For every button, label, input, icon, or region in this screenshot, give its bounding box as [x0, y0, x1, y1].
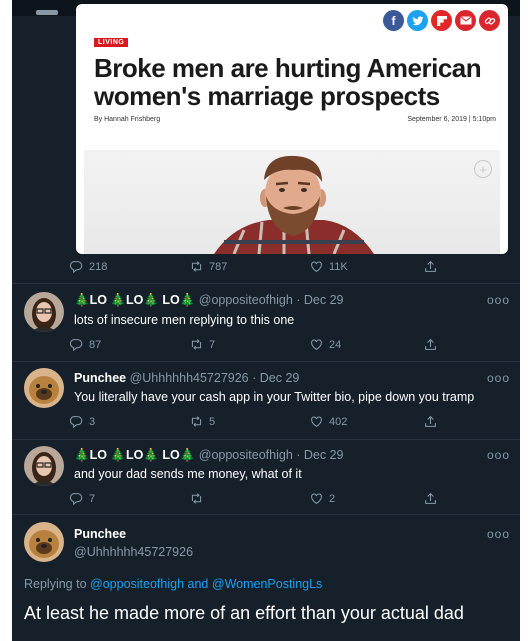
reply-count: 3	[89, 415, 96, 428]
divider	[12, 361, 520, 362]
like-count: 2	[329, 492, 336, 505]
reply-button[interactable]: 3	[70, 415, 95, 428]
like-button[interactable]: 11K	[310, 260, 348, 273]
tweet-actions: 3 5 402	[70, 415, 460, 433]
handle[interactable]: @oppositeofhigh	[199, 448, 293, 462]
reply-button[interactable]: 87	[70, 338, 101, 351]
reply-mention-link[interactable]: @oppositeofhigh	[90, 577, 184, 591]
facebook-icon[interactable]: f	[383, 10, 404, 31]
like-count: 24	[329, 338, 342, 351]
retweet-count: 787	[209, 260, 228, 273]
timestamp[interactable]: · Dec 29	[252, 371, 299, 385]
like-button[interactable]: 2	[310, 492, 335, 505]
replying-to-line: Replying to @oppositeofhigh and @WomenPo…	[24, 577, 322, 591]
avatar[interactable]	[24, 522, 64, 562]
heart-icon	[311, 339, 322, 350]
retweet-button[interactable]: 7	[190, 338, 215, 351]
tweet-header: Punchee	[74, 527, 126, 541]
reply-button[interactable]: 218	[70, 260, 107, 273]
reply-mention-link[interactable]: @WomenPostingLs	[212, 577, 322, 591]
heart-icon	[311, 261, 322, 272]
heart-icon	[311, 493, 322, 504]
more-options-icon[interactable]: ooo	[487, 371, 510, 385]
handle[interactable]: @Uhhhhhh45727926	[130, 371, 249, 385]
like-button[interactable]: 24	[310, 338, 341, 351]
retweet-count: 5	[209, 415, 216, 428]
section-tag[interactable]: LIVING	[94, 38, 129, 47]
handle[interactable]: @oppositeofhigh	[199, 293, 293, 307]
tweet-header: 🎄LO 🎄LO🎄 LO🎄 @oppositeofhigh · Dec 29	[74, 448, 344, 463]
retweet-icon	[191, 416, 202, 427]
notch-indicator	[36, 10, 58, 15]
more-options-icon[interactable]: ooo	[487, 448, 510, 462]
replying-prefix: Replying to	[24, 577, 87, 591]
email-icon[interactable]	[455, 10, 476, 31]
retweet-icon	[191, 493, 202, 504]
flipboard-icon[interactable]	[431, 10, 452, 31]
display-name[interactable]: Punchee	[74, 527, 126, 541]
like-count: 11K	[329, 260, 348, 273]
display-name[interactable]: Punchee	[74, 371, 126, 385]
more-options-icon[interactable]: ooo	[487, 293, 510, 307]
share-icon	[425, 492, 436, 504]
share-icon	[425, 338, 436, 350]
share-button[interactable]	[424, 260, 437, 273]
timestamp[interactable]: · Dec 29	[296, 293, 343, 307]
divider	[12, 283, 520, 284]
tweet-header: 🎄LO 🎄LO🎄 LO🎄 @oppositeofhigh · Dec 29	[74, 293, 344, 308]
retweet-button[interactable]: 5	[190, 415, 215, 428]
retweet-icon	[191, 339, 202, 350]
retweet-icon	[191, 261, 202, 272]
article-byline: By Hannah Frishberg	[94, 116, 161, 123]
reply-and-text: and	[187, 577, 209, 591]
divider	[12, 514, 520, 515]
reply-icon	[70, 339, 83, 351]
tweet-text: and your dad sends me money, what of it	[74, 467, 302, 481]
share-icons: f	[383, 10, 500, 31]
share-button[interactable]	[424, 492, 437, 505]
article-card[interactable]: f LIVING Broke men are hurting American …	[76, 4, 508, 254]
focused-tweet-text: At least he made more of an effort than …	[24, 603, 464, 623]
twitter-thread-screen: f LIVING Broke men are hurting American …	[12, 0, 520, 641]
reply-icon	[70, 493, 83, 505]
heart-icon	[311, 416, 322, 427]
reply-button[interactable]: 7	[70, 492, 95, 505]
share-button[interactable]	[424, 415, 437, 428]
display-name[interactable]: 🎄LO 🎄LO🎄 LO🎄	[74, 448, 195, 462]
retweet-button[interactable]: 787	[190, 260, 227, 273]
like-button[interactable]: 402	[310, 415, 347, 428]
reply-icon	[70, 416, 83, 428]
avatar[interactable]	[24, 368, 64, 408]
reply-count: 87	[89, 338, 102, 351]
twitter-icon[interactable]	[407, 10, 428, 31]
reply-count: 7	[89, 492, 96, 505]
share-icon	[425, 260, 436, 272]
article-photo: +	[84, 150, 500, 254]
avatar[interactable]	[24, 446, 64, 486]
share-button[interactable]	[424, 338, 437, 351]
timestamp[interactable]: · Dec 29	[296, 448, 343, 462]
reply-icon	[70, 261, 83, 273]
article-date: September 6, 2019 | 5:10pm	[407, 116, 496, 123]
reply-count: 218	[89, 260, 108, 273]
tweet-actions: 87 7 24	[70, 338, 460, 356]
tweet-text: lots of insecure men replying to this on…	[74, 313, 295, 327]
main-tweet-actions: 218 787 11K	[70, 260, 460, 278]
more-options-icon[interactable]: ooo	[487, 527, 510, 541]
tweet-actions: 7 2	[70, 492, 460, 510]
article-headline: Broke men are hurting American women's m…	[94, 53, 482, 111]
like-count: 402	[329, 415, 348, 428]
tweet-header: Punchee @Uhhhhhh45727926 · Dec 29	[74, 371, 299, 385]
share-icon	[425, 415, 436, 427]
tweet-text: You literally have your cash app in your…	[74, 390, 475, 404]
retweet-button[interactable]	[190, 492, 209, 505]
handle[interactable]: @Uhhhhhh45727926	[74, 545, 193, 559]
display-name[interactable]: 🎄LO 🎄LO🎄 LO🎄	[74, 293, 195, 307]
retweet-count: 7	[209, 338, 216, 351]
avatar[interactable]	[24, 292, 64, 332]
divider	[12, 439, 520, 440]
bearded-man-illustration	[214, 155, 374, 254]
plus-icon[interactable]: +	[474, 160, 492, 178]
link-icon[interactable]	[479, 10, 500, 31]
